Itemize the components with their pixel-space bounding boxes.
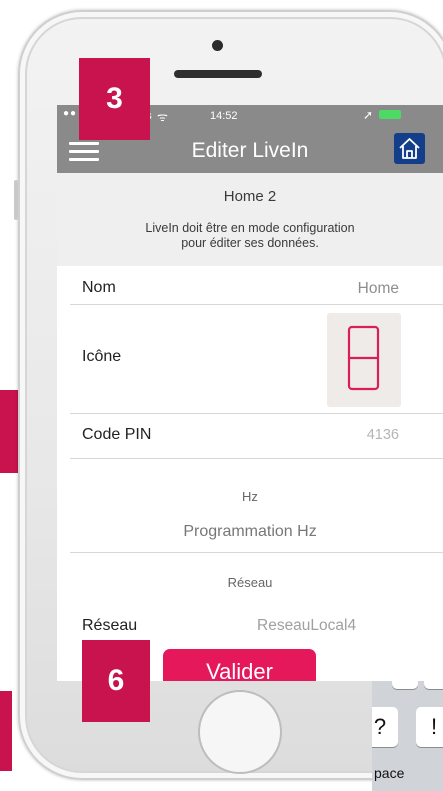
hz-section-label: Hz [242,489,258,504]
signal-dots: ●● [63,108,78,119]
config-notice-line2: pour éditer ses données. [181,236,319,250]
wifi-icon: ᯤ [157,110,168,124]
divider [70,552,443,553]
volume-button [14,180,18,220]
device-info-panel: Home 2 LiveIn doit être en mode configur… [57,173,443,266]
name-value[interactable]: Home [358,280,399,298]
home-icon[interactable] [394,133,425,164]
page-title: Editer LiveIn [191,139,309,162]
location-icon: ➚ [363,108,374,122]
step-badge-6: 6 [82,640,150,722]
home-button[interactable] [198,690,282,774]
network-section-label: Réseau [227,575,273,590]
device-name: Home 2 [223,188,277,205]
earpiece-speaker [174,70,262,78]
pin-row[interactable]: Code PIN 4136 [57,415,443,459]
app-screen: ●● ues ᯤ 14:52 ➚ Editer LiveIn Home 2 Li… [57,105,443,681]
device-icon-tile[interactable] [327,313,401,407]
key-question[interactable]: ? [372,707,398,747]
left-marker-bottom [0,691,12,771]
validate-button[interactable]: Valider [163,649,316,681]
pin-value[interactable]: 4136 [367,427,399,443]
network-label: Réseau [82,617,138,634]
hz-programming-link[interactable]: Programmation Hz [57,523,443,541]
divider [70,458,443,459]
switch-icon [347,325,380,391]
config-notice-line1: LiveIn doit être en mode configuration [145,221,355,235]
icon-label: Icône [82,348,122,365]
battery-icon [379,110,401,119]
space-key-label[interactable]: pace [374,765,404,781]
pin-label: Code PIN [82,426,152,443]
step-badge-3: 3 [79,58,150,140]
key-exclamation[interactable]: ! [416,707,443,747]
name-label: Nom [82,279,116,296]
status-time: 14:52 [210,110,238,122]
front-camera [212,40,223,51]
divider [70,413,443,414]
config-notice: LiveIn doit être en mode configuration p… [127,221,373,251]
network-value[interactable]: ReseauLocal4 [257,617,356,635]
